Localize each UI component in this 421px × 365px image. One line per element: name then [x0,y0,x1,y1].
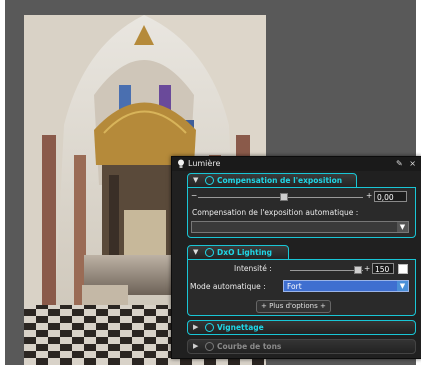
intensity-plus[interactable]: + [364,264,370,273]
exposure-auto-label: Compensation de l'exposition automatique… [192,208,359,217]
vignetting-section-title: Vignettage [217,323,264,332]
intensity-slider-thumb[interactable] [354,266,362,274]
exposure-section-title: Compensation de l'exposition [217,176,343,185]
exposure-minus[interactable]: − [191,191,197,200]
exposure-value-field[interactable]: 0,00 [374,191,407,202]
mode-label: Mode automatique : [190,282,266,291]
panel-titlebar: Lumière ✎ × [172,157,421,171]
triangle-right-icon[interactable]: ▶ [193,321,198,334]
power-icon[interactable] [205,323,214,332]
lighting-section-header[interactable]: ▼ DxO Lighting [187,245,289,260]
mode-value: Fort [287,282,302,291]
intensity-checkbox[interactable] [398,264,408,274]
light-bulb-icon [178,159,184,168]
chevron-down-icon[interactable]: ▼ [397,281,408,291]
lighting-section-body: Intensité : + 150 Mode automatique : For… [187,259,416,316]
triangle-down-icon[interactable]: ▼ [193,174,198,187]
lighting-section-title: DxO Lighting [217,248,272,257]
vignetting-section-header[interactable]: ▶ Vignettage [187,320,416,335]
exposure-plus[interactable]: + [366,191,372,200]
chevron-down-icon[interactable]: ▼ [397,222,408,232]
exposure-section-body: − + 0,00 Compensation de l'exposition au… [187,187,416,238]
lumiere-panel: Lumière ✎ × ▼ Compensation de l'expositi… [171,156,421,359]
triangle-right-icon[interactable]: ▶ [193,340,198,353]
panel-title: Lumière [188,159,221,168]
intensity-slider-track[interactable] [290,270,363,271]
exposure-slider-thumb[interactable] [280,193,288,201]
tone-curve-section-title: Courbe de tons [217,342,282,351]
power-icon[interactable] [205,342,214,351]
mode-select[interactable]: Fort ▼ [283,280,409,292]
exposure-section-header[interactable]: ▼ Compensation de l'exposition [187,173,357,188]
triangle-down-icon[interactable]: ▼ [193,246,198,259]
intensity-label: Intensité : [234,264,272,273]
tone-curve-section-header[interactable]: ▶ Courbe de tons [187,339,416,354]
exposure-auto-select[interactable]: ▼ [191,221,409,233]
power-icon[interactable] [205,248,214,257]
panel-window-controls[interactable]: ✎ × [396,157,418,171]
more-options-button[interactable]: + Plus d'options + [256,300,331,313]
power-icon[interactable] [205,176,214,185]
intensity-value-field[interactable]: 150 [372,263,394,274]
